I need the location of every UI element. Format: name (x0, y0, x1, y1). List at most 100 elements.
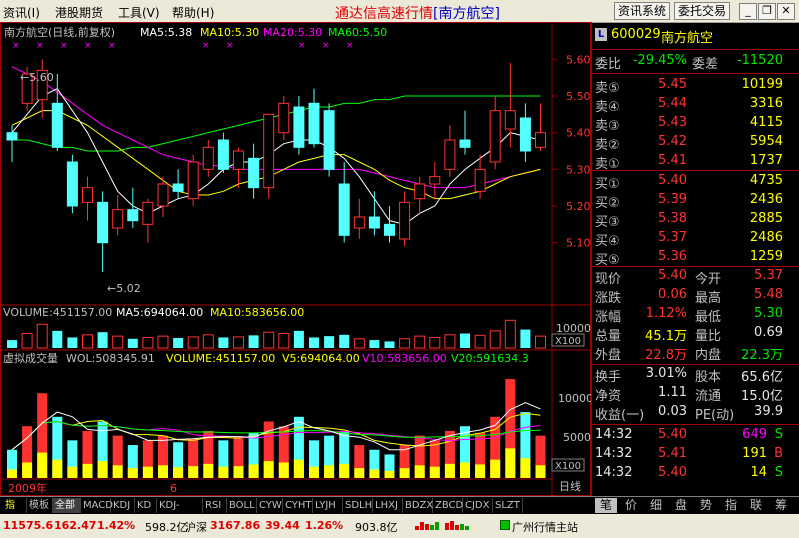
info-system-button[interactable]: 资讯系统 (614, 2, 671, 20)
sh-index: 11575.6 (3, 519, 54, 532)
virtual-volume-bar-yellow (384, 470, 395, 478)
quote-stat-row: 现价 5.40 今开 5.37 (591, 268, 791, 287)
quote-stat-label: 最高 (695, 291, 722, 306)
sell-level-row: 卖① 5.41 1737 (591, 153, 791, 172)
buy-level-label: 买③ (595, 215, 620, 230)
indicator-tab[interactable]: CYHT (282, 498, 313, 513)
volume-bar (233, 336, 244, 349)
sell-level-label: 卖⑤ (595, 81, 620, 96)
price-tick-label: 5.50 (566, 90, 591, 103)
price-tick-label: 5.30 (566, 163, 591, 176)
indicator-tab[interactable]: 指标 (2, 498, 27, 526)
finance-value: 3.01% (645, 366, 687, 381)
candle-body (66, 161, 78, 207)
virtual-volume-bar-yellow (233, 466, 244, 478)
indicator-tab[interactable]: KD (134, 498, 157, 513)
side-tab[interactable]: 盘 (670, 498, 692, 513)
menu-item-hk-futures[interactable]: 港股期货 (55, 4, 103, 21)
virtual-volume-bar-yellow (309, 466, 319, 478)
menu-item-help[interactable]: 帮助(H) (172, 4, 214, 21)
candle-body (172, 183, 184, 192)
quote-stat-value: 1.12% (645, 306, 687, 321)
menu-bar: 资讯(I) 港股期货 工具(V) 帮助(H) 通达信高速行情[南方航空] 资讯系… (0, 0, 799, 23)
svg-text:×: × (36, 41, 44, 51)
side-tab[interactable]: 价 (620, 498, 642, 513)
side-tab[interactable]: 指 (720, 498, 742, 513)
indicator-tab[interactable]: 全部 (52, 498, 81, 513)
close-icon[interactable]: ✕ (777, 3, 795, 20)
indicator-tab[interactable]: KDJ (110, 498, 135, 513)
virtual-tick-10000: 10000 (558, 392, 591, 405)
candle-body (82, 187, 93, 203)
tick-price: 5.40 (658, 465, 687, 480)
indicator-tab[interactable]: KDJ-TDX (156, 498, 203, 526)
tick-side: S (774, 465, 783, 480)
virtual-volume-bar-yellow (399, 468, 410, 478)
buy-level-row: 买③ 5.38 2885 (591, 211, 791, 230)
sell-level-volume: 3316 (749, 96, 783, 111)
high-price-value: 5.60 (29, 71, 54, 84)
volume-header: VOLUME:451157.00 (3, 306, 112, 319)
candle-body (112, 209, 124, 229)
high-price-label: ←5.60 (20, 71, 54, 84)
tick-price: 5.40 (658, 427, 687, 442)
trade-button[interactable]: 委托交易 (674, 2, 731, 20)
indicator-tab[interactable]: MACD (80, 498, 113, 513)
volume-bar (67, 337, 78, 348)
kline-chart[interactable]: 南方航空(日线,前复权) MA5:5.38 MA10:5.30 MA20:5.3… (0, 22, 591, 496)
restore-icon[interactable]: ❐ (758, 3, 776, 20)
buy-level-label: 买⑤ (595, 253, 620, 268)
finance-row: 换手 3.01% 股本 65.6亿 (591, 366, 791, 385)
buy-level-row: 买① 5.40 4735 (591, 173, 791, 192)
virtual-volume-bar-yellow (127, 468, 138, 478)
quote-panel: L 600029 南方航空 委比 -29.45% 委差 -11520 卖⑤ 5.4… (591, 22, 799, 496)
indicator-tab[interactable]: SDLH (342, 498, 373, 513)
candle-body (429, 176, 441, 185)
sell-level-price: 5.43 (658, 115, 687, 130)
indicator-tab[interactable]: ZBCD (432, 498, 463, 513)
indicator-tab[interactable]: LYJH (312, 498, 343, 513)
quote-stat-value: 0.69 (754, 325, 783, 340)
indicator-tab[interactable]: SLZT (492, 498, 523, 513)
buy-level-label: 买② (595, 196, 620, 211)
indicator-tab[interactable]: BDZX (402, 498, 433, 513)
side-tab[interactable]: 细 (645, 498, 667, 513)
side-tab[interactable]: 笔 (595, 498, 617, 513)
side-tab[interactable]: 联 (745, 498, 767, 513)
indicator-tab[interactable]: RSI (202, 498, 227, 513)
indicator-tab[interactable]: CYW (256, 498, 283, 513)
indicator-tab[interactable]: BOLL (226, 498, 257, 513)
indicator-tab-bar: 指标模板全部MACDKDJKDKDJ-TDXRSIBOLLCYWCYHTLYJH… (0, 496, 591, 526)
marker-row: × × × × × × × × × × (12, 41, 354, 51)
sell-level-label: 卖④ (595, 100, 620, 115)
volume-bar (248, 335, 259, 348)
svg-text:×: × (322, 41, 330, 51)
menu-item-info[interactable]: 资讯(I) (3, 4, 40, 21)
quote-stat-label: 最低 (695, 310, 722, 325)
virtual-volume-title: 虚拟成交量 (3, 351, 58, 365)
svg-text:×: × (12, 41, 20, 51)
menu-item-tools[interactable]: 工具(V) (118, 4, 160, 21)
volume-bar (324, 336, 335, 348)
volume-bar (173, 337, 184, 348)
virtual-volume-bar-yellow (293, 459, 304, 478)
indicator-tab[interactable]: 模板 (26, 498, 53, 513)
tick-time: 14:32 (595, 465, 633, 480)
volume-bar (504, 319, 516, 349)
buy-level-row: 买④ 5.37 2486 (591, 230, 791, 249)
virtual-volume-bar-yellow (490, 459, 501, 478)
indicator-tab[interactable]: CJDX (462, 498, 493, 513)
virtual-v10: V10:583656.00 (362, 352, 447, 365)
virtual-volume-bar-yellow (339, 463, 350, 478)
candle-body (474, 168, 486, 192)
side-tab[interactable]: 筹 (770, 498, 792, 513)
indicator-tab[interactable]: LHXJ (372, 498, 403, 513)
side-tab[interactable]: 势 (695, 498, 717, 513)
quote-stat-label: 量比 (695, 329, 722, 344)
candle-body (384, 223, 395, 236)
virtual-volume-bar-yellow (7, 469, 17, 478)
buy-level-volume: 1259 (749, 249, 783, 264)
virtual-volume-bar-yellow (188, 466, 199, 478)
volume-bar (52, 330, 63, 348)
minimize-icon[interactable]: _ (739, 3, 757, 20)
